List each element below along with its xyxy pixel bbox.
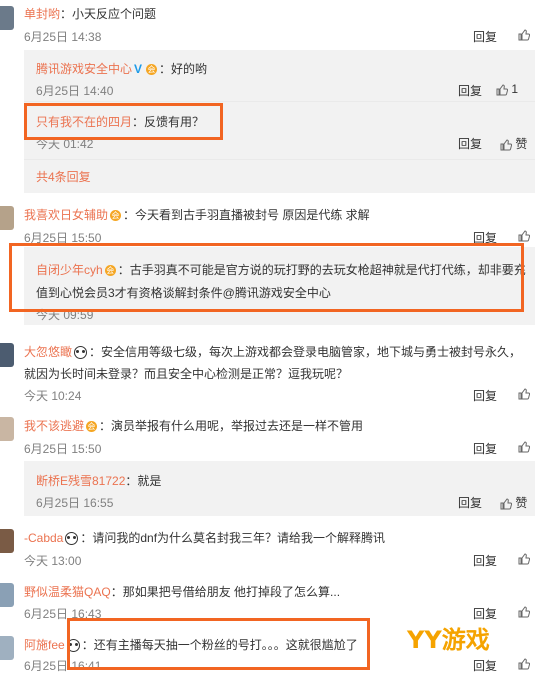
verified-icon: V xyxy=(134,62,143,76)
reply-button[interactable]: 回复 xyxy=(473,657,497,674)
highlight-box xyxy=(24,103,223,140)
reply-text: 断桥E残雪81722：就是 xyxy=(36,474,162,488)
watermark: YY游戏 xyxy=(407,626,490,654)
comment-text: 我喜欢日女辅助会：今天看到古手羽直播被封号 原因是代练 求解 xyxy=(24,208,370,222)
comment-text: 单封哟：小天反应个问题 xyxy=(24,7,157,21)
reply-button[interactable]: 回复 xyxy=(458,135,482,152)
user-name[interactable]: 单封哟 xyxy=(24,7,60,21)
avatar[interactable] xyxy=(0,343,14,367)
thumbs-up-icon xyxy=(500,498,513,510)
comment-text: 大忽悠瞰 ：安全信用等级七级，每次上游戏都会登录电脑管家，地下城与勇士被封号永久， xyxy=(24,345,522,360)
reply-button[interactable]: 回复 xyxy=(473,552,497,569)
vip-badge-icon: 会 xyxy=(110,210,122,222)
comment-text: -Cabda ：请问我的dnf为什么莫名封我三年？请给我一个解释腾讯 xyxy=(24,531,386,546)
user-name[interactable]: 阿施fee xyxy=(24,638,65,652)
thumbs-up-icon xyxy=(500,139,513,151)
user-name[interactable]: 我不该逃避 xyxy=(24,419,84,433)
avatar[interactable] xyxy=(0,206,14,230)
reply-button[interactable]: 回复 xyxy=(473,28,497,45)
thumbs-up-icon[interactable] xyxy=(518,388,530,400)
user-name[interactable]: 野似温柔猫QAQ xyxy=(24,585,111,599)
thumbs-up-icon[interactable] xyxy=(518,29,530,41)
reply-text: 腾讯游戏安全中心 V 会：好的哟 xyxy=(36,62,208,76)
timestamp: 6月25日 15:50 xyxy=(24,442,102,456)
user-name[interactable]: -Cabda xyxy=(24,531,63,545)
comment-text: 我不该逃避会：演员举报有什么用呢，举报过去还是一样不管用 xyxy=(24,419,364,433)
user-name[interactable]: 大忽悠瞰 xyxy=(24,345,72,359)
reply-button[interactable]: 回复 xyxy=(458,494,482,511)
vip-badge-icon: 会 xyxy=(86,421,98,433)
like-button[interactable]: 1 xyxy=(496,82,518,96)
timestamp: 6月25日 16:55 xyxy=(36,496,114,510)
avatar[interactable] xyxy=(0,6,14,30)
like-button[interactable]: 赞 xyxy=(500,135,527,152)
avatar[interactable] xyxy=(0,529,14,553)
highlight-box xyxy=(67,618,370,670)
timestamp: 6月25日 14:40 xyxy=(36,84,114,98)
thumbs-up-icon[interactable] xyxy=(518,606,530,618)
thumbs-up-icon[interactable] xyxy=(518,441,530,453)
timestamp: 今天 10:24 xyxy=(24,389,82,403)
reply-button[interactable]: 回复 xyxy=(458,82,482,99)
panda-emoji-icon xyxy=(65,532,79,546)
timestamp: 6月25日 14:38 xyxy=(24,30,102,44)
avatar[interactable] xyxy=(0,583,14,607)
thumbs-up-icon xyxy=(496,84,509,96)
vip-badge-icon: 会 xyxy=(146,64,158,76)
user-name[interactable]: 腾讯游戏安全中心 xyxy=(36,62,132,76)
like-count: 1 xyxy=(511,82,519,96)
avatar[interactable] xyxy=(0,636,14,660)
more-replies-link[interactable]: 共4条回复 xyxy=(36,168,91,185)
thumbs-up-icon[interactable] xyxy=(518,553,530,565)
reply-button[interactable]: 回复 xyxy=(473,440,497,457)
timestamp: 今天 13:00 xyxy=(24,554,82,568)
highlight-box xyxy=(9,243,524,312)
panda-emoji-icon xyxy=(74,346,88,360)
divider xyxy=(24,101,535,102)
divider xyxy=(24,159,535,160)
user-name[interactable]: 我喜欢日女辅助 xyxy=(24,208,108,222)
thumbs-up-icon[interactable] xyxy=(518,658,530,670)
comment-text-continued: 就因为长时间未登录？而且安全中心检测是正常？逗我玩呢？ xyxy=(24,367,349,381)
comment-text: 野似温柔猫QAQ：那如果把号借给朋友 他打掉段了怎么算... xyxy=(24,585,341,599)
user-name[interactable]: 断桥E残雪81722 xyxy=(36,474,125,488)
like-button[interactable]: 赞 xyxy=(500,494,527,511)
reply-button[interactable]: 回复 xyxy=(473,387,497,404)
thumbs-up-icon[interactable] xyxy=(518,230,530,242)
avatar[interactable] xyxy=(0,417,14,441)
